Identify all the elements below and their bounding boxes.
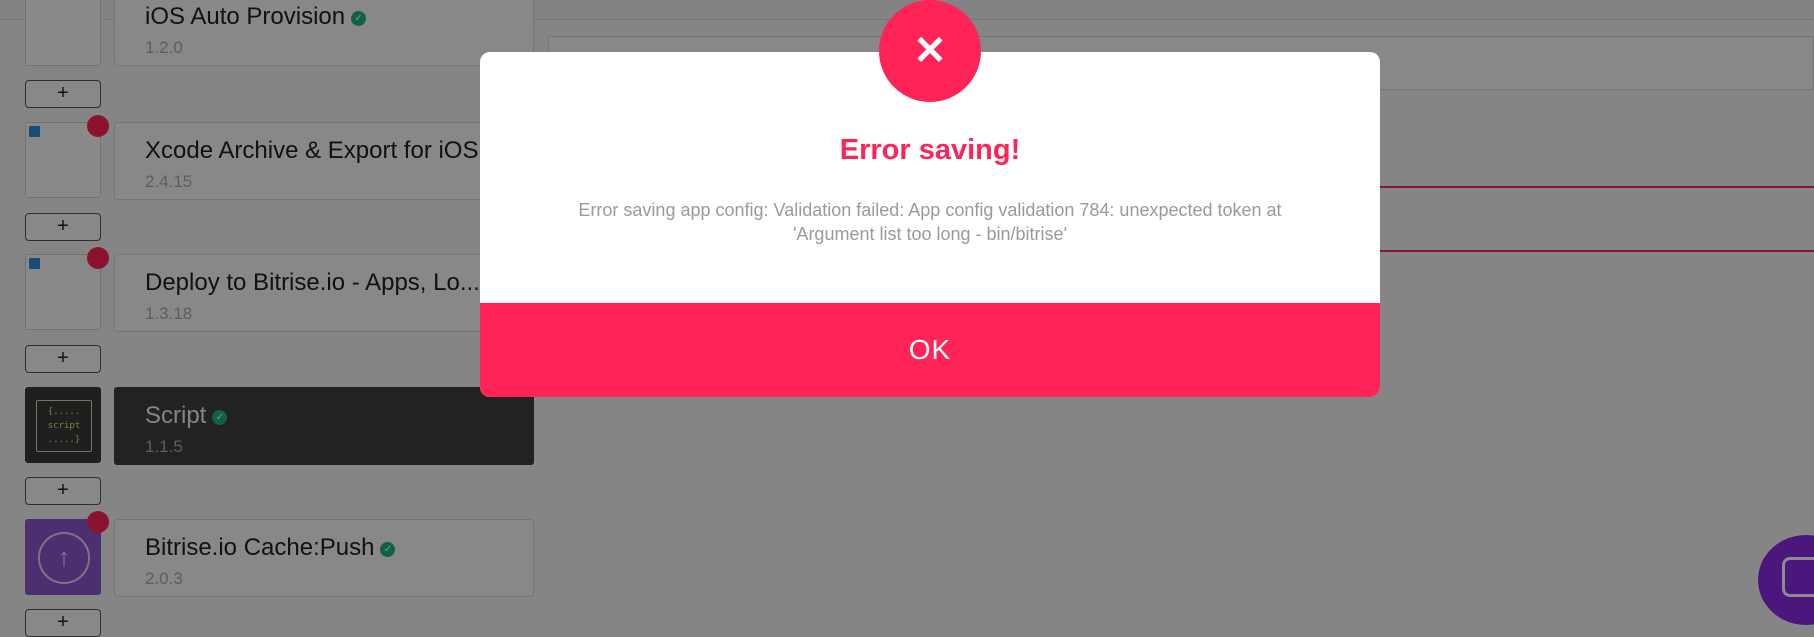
- close-icon: ✕: [913, 29, 947, 73]
- dialog-title: Error saving!: [839, 134, 1021, 166]
- error-icon-badge: ✕: [879, 0, 981, 102]
- ok-button[interactable]: OK: [480, 303, 1380, 397]
- dialog-message: Error saving app config: Validation fail…: [578, 200, 1282, 244]
- error-dialog: ✕ Error saving! Error saving app config:…: [480, 0, 1380, 397]
